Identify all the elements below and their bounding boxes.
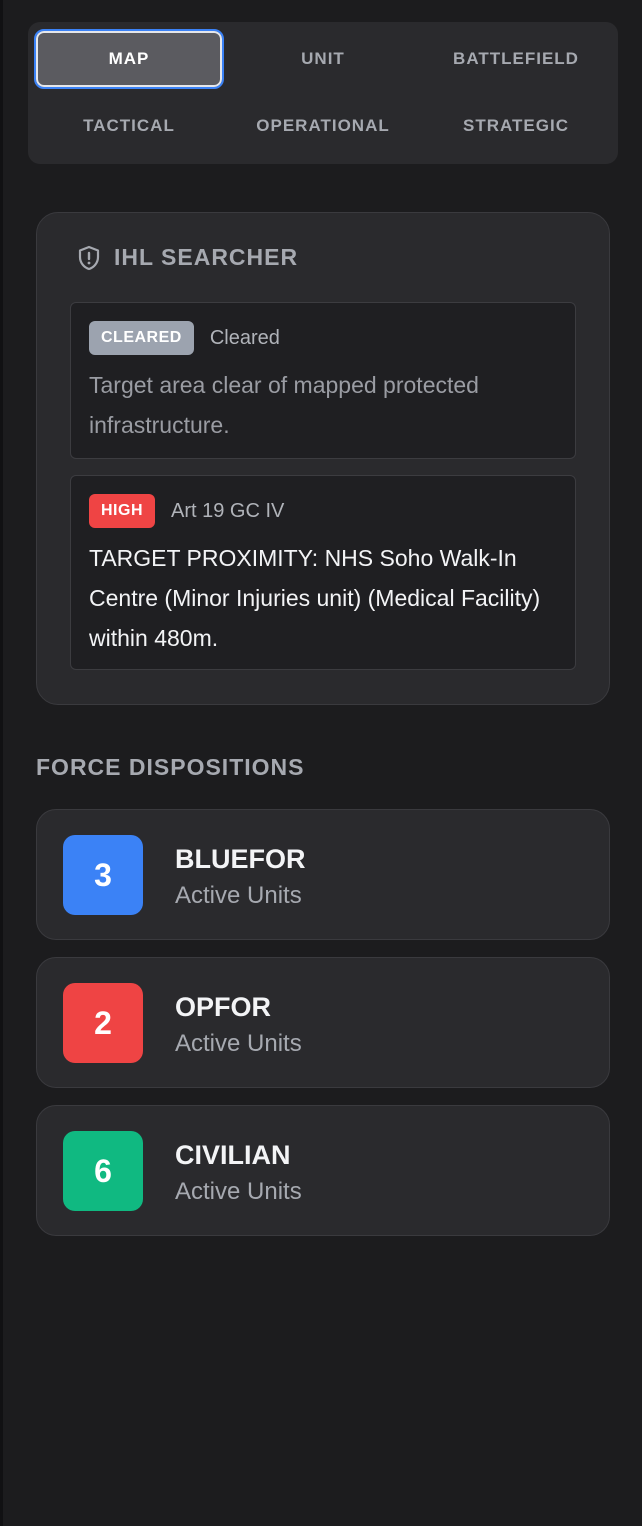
force-name: OPFOR: [175, 992, 272, 1022]
window-edge: [0, 0, 3, 1526]
tab-strategic[interactable]: STRATEGIC: [421, 96, 611, 156]
status-badge-high: HIGH: [89, 494, 155, 528]
tab-unit[interactable]: UNIT: [228, 29, 418, 89]
force-subtitle: Active Units: [175, 1178, 302, 1205]
ihl-searcher-header: IHL SEARCHER: [78, 244, 298, 271]
force-subtitle: Active Units: [175, 1030, 302, 1057]
finding-message: Target area clear of mapped protected in…: [89, 372, 479, 438]
unit-count-badge: 2: [63, 983, 143, 1063]
force-card-opfor[interactable]: 2 OPFOR Active Units: [36, 957, 610, 1088]
tab-operational[interactable]: OPERATIONAL: [228, 96, 418, 156]
echelon-tab-bar: MAP UNIT BATTLEFIELD TACTICAL OPERATIONA…: [28, 22, 618, 164]
tab-map[interactable]: MAP: [34, 29, 224, 89]
force-name: BLUEFOR: [175, 844, 306, 874]
finding-message: TARGET PROXIMITY: NHS Soho Walk-In Centr…: [89, 545, 541, 651]
force-subtitle: Active Units: [175, 882, 302, 909]
force-dispositions-title: FORCE DISPOSITIONS: [36, 754, 305, 780]
unit-count-badge: 3: [63, 835, 143, 915]
force-name: CIVILIAN: [175, 1140, 291, 1170]
status-badge-cleared: CLEARED: [89, 321, 194, 355]
tab-battlefield[interactable]: BATTLEFIELD: [421, 29, 611, 89]
force-card-civilian[interactable]: 6 CIVILIAN Active Units: [36, 1105, 610, 1236]
finding-reference: Art 19 GC IV: [171, 499, 285, 522]
ihl-finding-cleared: CLEARED Cleared Target area clear of map…: [70, 302, 576, 459]
unit-count-badge: 6: [63, 1131, 143, 1211]
ihl-searcher-title: IHL SEARCHER: [114, 244, 299, 270]
shield-alert-icon: [78, 245, 100, 271]
tab-tactical[interactable]: TACTICAL: [34, 96, 224, 156]
force-card-bluefor[interactable]: 3 BLUEFOR Active Units: [36, 809, 610, 940]
ihl-finding-high: HIGH Art 19 GC IV TARGET PROXIMITY: NHS …: [70, 475, 576, 670]
finding-reference: Cleared: [209, 326, 280, 349]
